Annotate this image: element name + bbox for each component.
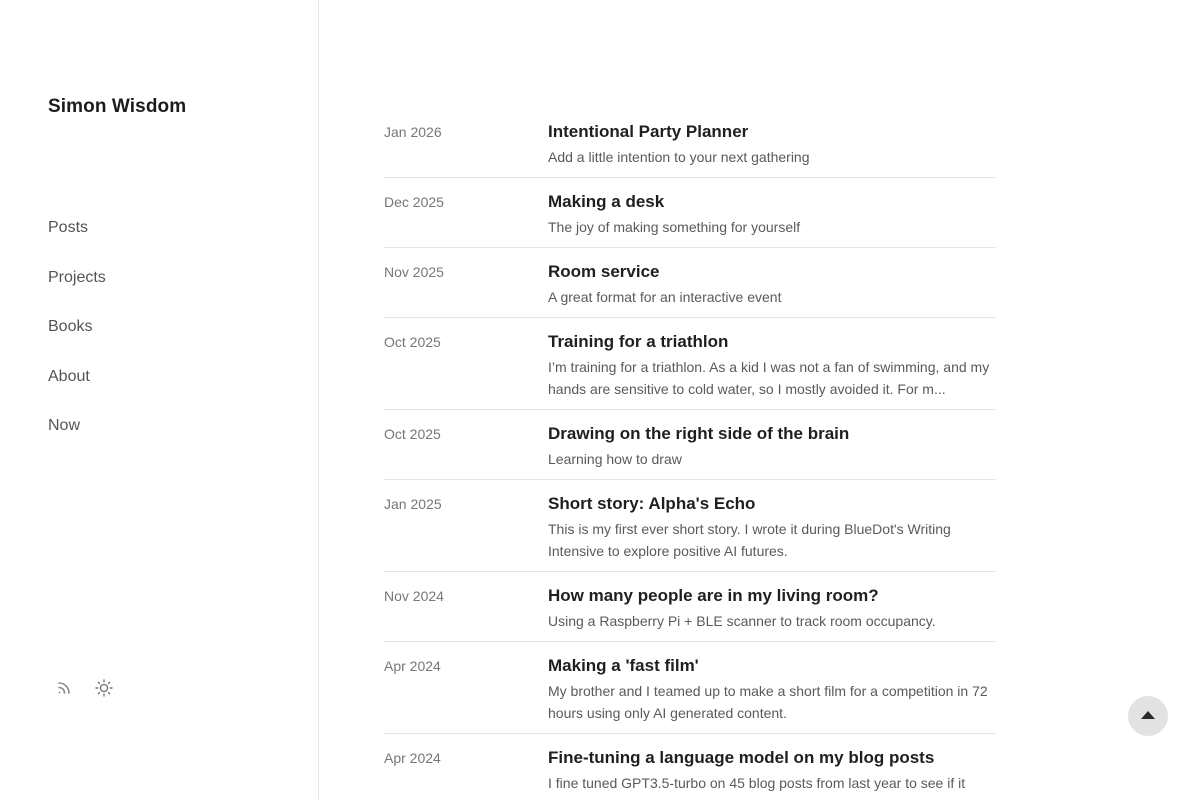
nav-item-about: About [48, 365, 106, 415]
post-body: Training for a triathlon I’m training fo… [548, 328, 996, 400]
app: Simon Wisdom Posts Projects Books About … [0, 0, 1200, 800]
post-date: Dec 2025 [384, 194, 444, 210]
post-title[interactable]: Making a 'fast film' [548, 652, 996, 680]
post-description: I’m training for a triathlon. As a kid I… [548, 359, 990, 397]
nav-link-books[interactable]: Books [48, 315, 92, 339]
post-description: This is my first ever short story. I wro… [548, 521, 951, 559]
post-description: A great format for an interactive event [548, 289, 782, 305]
post-item[interactable]: Nov 2025 Room service A great format for… [384, 248, 996, 318]
post-description: The joy of making something for yourself [548, 219, 801, 235]
post-title[interactable]: Drawing on the right side of the brain [548, 420, 996, 448]
post-description: Learning how to draw [548, 451, 682, 467]
post-item[interactable]: Apr 2024 Fine-tuning a language model on… [384, 734, 996, 800]
sidebar-nav: Posts Projects Books About Now [48, 216, 106, 464]
post-item[interactable]: Jan 2026 Intentional Party Planner Add a… [384, 118, 996, 178]
post-date: Nov 2025 [384, 264, 444, 280]
post-body: Making a 'fast film' My brother and I te… [548, 652, 996, 724]
nav-link-projects[interactable]: Projects [48, 266, 106, 290]
post-date: Apr 2024 [384, 658, 441, 674]
post-title[interactable]: How many people are in my living room? [548, 582, 996, 610]
nav-link-now[interactable]: Now [48, 414, 80, 438]
site-title[interactable]: Simon Wisdom [48, 96, 186, 118]
post-item[interactable]: Nov 2024 How many people are in my livin… [384, 572, 996, 642]
post-title[interactable]: Training for a triathlon [548, 328, 996, 356]
post-date: Oct 2025 [384, 426, 441, 442]
post-item[interactable]: Apr 2024 Making a 'fast film' My brother… [384, 642, 996, 734]
nav-link-about[interactable]: About [48, 365, 90, 389]
post-date: Apr 2024 [384, 750, 441, 766]
post-description: Add a little intention to your next gath… [548, 149, 810, 165]
post-body: How many people are in my living room? U… [548, 582, 996, 632]
post-body: Making a desk The joy of making somethin… [548, 188, 996, 238]
post-body: Room service A great format for an inter… [548, 258, 996, 308]
nav-item-projects: Projects [48, 266, 106, 316]
post-description: Using a Raspberry Pi + BLE scanner to tr… [548, 613, 936, 629]
post-title[interactable]: Room service [548, 258, 996, 286]
post-description: I fine tuned GPT3.5-turbo on 45 blog pos… [548, 775, 966, 800]
post-item[interactable]: Oct 2025 Drawing on the right side of th… [384, 410, 996, 480]
post-title[interactable]: Fine-tuning a language model on my blog … [548, 744, 996, 772]
post-item[interactable]: Dec 2025 Making a desk The joy of making… [384, 178, 996, 248]
post-body: Fine-tuning a language model on my blog … [548, 744, 996, 800]
triangle-up-icon [1141, 711, 1155, 719]
nav-item-posts: Posts [48, 216, 106, 266]
nav-item-now: Now [48, 414, 106, 464]
post-body: Drawing on the right side of the brain L… [548, 420, 996, 470]
post-item[interactable]: Jan 2025 Short story: Alpha's Echo This … [384, 480, 996, 572]
post-body: Intentional Party Planner Add a little i… [548, 118, 996, 168]
sun-icon[interactable] [94, 678, 114, 698]
nav-link-posts[interactable]: Posts [48, 216, 88, 240]
post-body: Short story: Alpha's Echo This is my fir… [548, 490, 996, 562]
post-date: Oct 2025 [384, 334, 441, 350]
post-title[interactable]: Intentional Party Planner [548, 118, 996, 146]
post-item[interactable]: Oct 2025 Training for a triathlon I’m tr… [384, 318, 996, 410]
nav-item-books: Books [48, 315, 106, 365]
post-date: Jan 2025 [384, 496, 442, 512]
rss-icon[interactable] [54, 678, 74, 698]
sidebar: Simon Wisdom Posts Projects Books About … [0, 0, 319, 800]
post-date: Nov 2024 [384, 588, 444, 604]
post-date: Jan 2026 [384, 124, 442, 140]
sidebar-footer-icons [54, 678, 114, 698]
post-title[interactable]: Short story: Alpha's Echo [548, 490, 996, 518]
post-description: My brother and I teamed up to make a sho… [548, 683, 988, 721]
post-list: Jan 2026 Intentional Party Planner Add a… [384, 118, 996, 800]
scroll-to-top-button[interactable] [1128, 696, 1168, 736]
post-title[interactable]: Making a desk [548, 188, 996, 216]
